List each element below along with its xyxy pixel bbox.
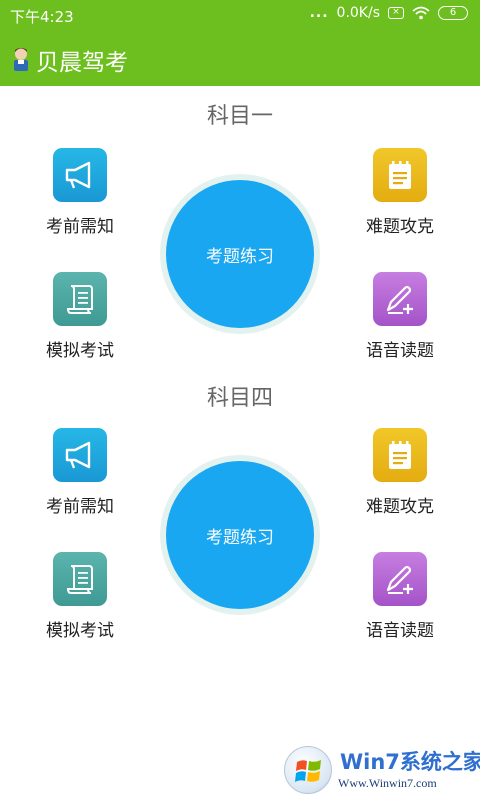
pre-exam-notes-button[interactable]: 考前需知 — [15, 148, 145, 237]
feature-label: 难题攻克 — [366, 497, 434, 517]
feature-label: 语音读题 — [366, 621, 434, 641]
status-bar: 下午4:23 ... 0.0K/s × 6 — [0, 0, 480, 30]
battery-icon: 6 — [438, 6, 468, 20]
mock-exam-button[interactable]: 模拟考试 — [15, 552, 145, 641]
app-bar: 贝晨驾考 — [0, 30, 480, 86]
pen-plus-icon — [373, 552, 427, 606]
pre-exam-notes-button[interactable]: 考前需知 — [15, 428, 145, 517]
difficult-questions-button[interactable]: 难题攻克 — [335, 428, 465, 517]
practice-button[interactable]: 考题练习 — [166, 461, 314, 609]
practice-ring: 考题练习 — [160, 174, 320, 334]
feature-label: 考前需知 — [46, 217, 114, 237]
watermark: Win7系统之家 Www.Winwin7.com — [282, 742, 480, 800]
feature-label: 模拟考试 — [46, 341, 114, 361]
mock-exam-button[interactable]: 模拟考试 — [15, 272, 145, 361]
notepad-icon — [373, 428, 427, 482]
network-speed: 0.0K/s — [336, 5, 380, 21]
megaphone-icon — [53, 148, 107, 202]
feature-label: 模拟考试 — [46, 621, 114, 641]
battery-level: 6 — [449, 7, 457, 18]
section-title-subject-one: 科目一 — [206, 104, 273, 129]
status-time: 下午4:23 — [10, 8, 74, 26]
voice-reading-button[interactable]: 语音读题 — [335, 552, 465, 641]
section-title-subject-four: 科目四 — [206, 386, 273, 411]
feature-label: 语音读题 — [366, 341, 434, 361]
windows-logo-icon — [284, 746, 332, 794]
watermark-text: Win7系统之家 — [340, 750, 480, 774]
voice-reading-button[interactable]: 语音读题 — [335, 272, 465, 361]
app-title: 贝晨驾考 — [36, 50, 128, 76]
x-sim-icon: × — [388, 7, 404, 19]
megaphone-icon — [53, 428, 107, 482]
scroll-icon — [53, 272, 107, 326]
feature-label: 考前需知 — [46, 497, 114, 517]
notepad-icon — [373, 148, 427, 202]
wifi-icon — [412, 6, 430, 20]
notification-dots: ... — [309, 5, 329, 21]
status-indicators: ... 0.0K/s × 6 — [310, 5, 468, 21]
watermark-url: Www.Winwin7.com — [338, 776, 437, 790]
feature-label: 难题攻克 — [366, 217, 434, 237]
difficult-questions-button[interactable]: 难题攻克 — [335, 148, 465, 237]
scroll-icon — [53, 552, 107, 606]
student-avatar-icon — [14, 48, 28, 71]
practice-button[interactable]: 考题练习 — [166, 180, 314, 328]
pen-plus-icon — [373, 272, 427, 326]
practice-ring: 考题练习 — [160, 455, 320, 615]
